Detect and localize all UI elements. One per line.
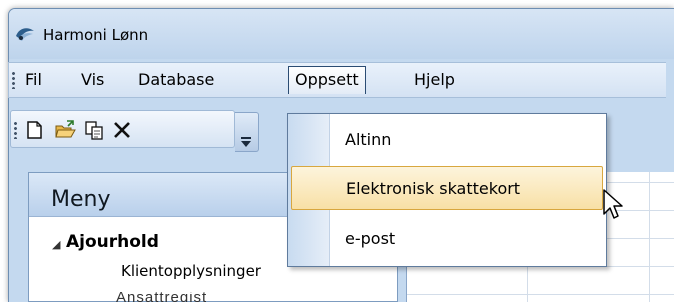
- collapse-triangle-icon[interactable]: ◢: [52, 238, 60, 251]
- tree-group-ajourhold[interactable]: Ajourhold: [66, 232, 159, 252]
- chevron-down-icon: [241, 141, 251, 147]
- toolbar-overflow-button[interactable]: [235, 112, 259, 152]
- menu-panel-title: Meny: [51, 187, 111, 212]
- menu-oppsett[interactable]: Oppsett: [288, 66, 366, 94]
- menu-item-label: Elektronisk skattekort: [346, 179, 521, 198]
- menu-item-elektronisk-skattekort[interactable]: Elektronisk skattekort: [291, 166, 603, 210]
- menu-vis[interactable]: Vis: [75, 66, 110, 94]
- menubar-grip-icon[interactable]: [12, 71, 15, 89]
- menu-fil[interactable]: Fil: [19, 66, 48, 94]
- oppsett-dropdown-menu: Altinn Elektronisk skattekort e-post: [287, 113, 607, 267]
- new-document-icon[interactable]: [23, 119, 45, 141]
- tree-item-klientopplysninger[interactable]: Klientopplysninger: [121, 262, 261, 280]
- title-bar[interactable]: Harmoni Lønn: [9, 9, 674, 59]
- menu-item-label: e-post: [345, 229, 396, 248]
- app-icon: [16, 28, 34, 41]
- menu-hjelp[interactable]: Hjelp: [408, 66, 461, 94]
- menu-bar: Fil Vis Database Oppsett Hjelp: [8, 62, 666, 98]
- open-folder-icon[interactable]: [54, 119, 76, 141]
- mouse-cursor-icon: [603, 189, 623, 219]
- window-title: Harmoni Lønn: [43, 26, 149, 44]
- delete-icon[interactable]: [111, 119, 133, 141]
- menu-item-label: Altinn: [345, 130, 392, 149]
- menu-item-e-post[interactable]: e-post: [291, 217, 603, 261]
- tree-item-clipped[interactable]: Ansattregister: [116, 292, 206, 302]
- toolbar: [10, 110, 235, 148]
- menu-item-altinn[interactable]: Altinn: [291, 118, 603, 162]
- overflow-bar-icon: [241, 137, 251, 139]
- toolbar-grip-icon[interactable]: [14, 121, 17, 139]
- menu-database[interactable]: Database: [132, 66, 220, 94]
- copy-icon[interactable]: [83, 119, 105, 141]
